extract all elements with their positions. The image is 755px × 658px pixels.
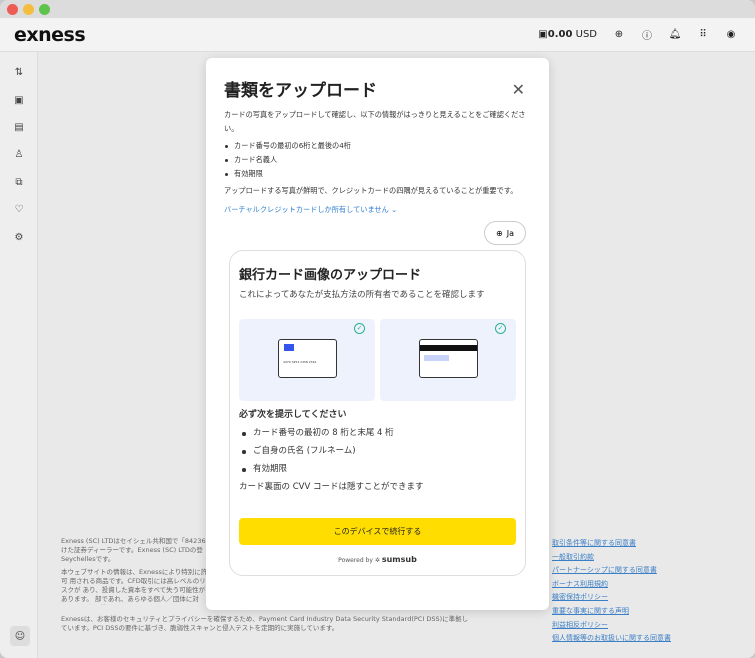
card-front-icon: 4479 3453 2358 2342 [278,339,337,378]
requirement-item: カード名義人 [224,153,535,167]
continue-on-device-button[interactable]: このデバイスで続行する [239,518,516,545]
modal-note: アップロードする写真が鮮明で、クレジットカードの四隅が見えるていることが重要です… [224,186,518,195]
chevron-down-icon: ⌄ [391,205,398,214]
cvv-note: カード裏面の CVV コードは隠すことができます [239,482,424,492]
title-bar [0,0,755,18]
language-selector[interactable]: ⊕ Ja [484,221,526,245]
card-front-example: ✓ 4479 3453 2358 2342 [239,319,375,401]
globe-icon[interactable]: ⊕ [613,29,625,41]
upload-documents-modal: 書類をアップロード ✕ カードの写真をアップロードして確認し、以下の情報がはっき… [206,58,549,610]
requirement-item: 有効期限 [239,460,423,478]
sumsub-widget: 銀行カード画像のアップロード これによってあなたが支払方法の所有者であることを確… [229,250,526,576]
settings-icon[interactable]: ⚙ [13,231,25,243]
requirement-item: ご自身の氏名 (フルネーム) [239,442,423,460]
wallet-icon[interactable]: ▣ [13,94,25,106]
check-icon: ✓ [495,323,506,334]
footer-link[interactable]: パートナーシップに関する同意書 [552,564,671,578]
footer-links: 取引条件等に関する同意書 一般取引約款 パートナーシップに関する同意書 ボーナス… [552,537,671,646]
powered-by: Powered by ✲ sumsub [338,555,417,564]
footer-link[interactable]: 一般取引約款 [552,551,671,565]
favorites-icon[interactable]: ♡ [13,203,25,215]
footer-link[interactable]: 重要な事実に関する声明 [552,605,671,619]
trade-icon[interactable]: ⇅ [13,66,25,78]
requirement-item: 有効期限 [224,167,535,181]
close-icon[interactable]: ✕ [512,80,525,99]
virtual-card-link[interactable]: バーチャルクレジットカードしか所有していません ⌄ [224,203,535,217]
sidebar: ⇅ ▣ ▤ ♙ ⧉ ♡ ⚙ ☺ [0,52,38,658]
close-window-button[interactable] [7,3,18,15]
sumsub-title: 銀行カード画像のアップロード [239,268,422,283]
globe-icon: ⊕ [496,228,503,238]
check-icon: ✓ [354,323,365,334]
app-header: exness ▣0.00 USD ⊕ ⓘ 🔔︎ ⠿ ◉ [0,18,755,52]
analytics-icon[interactable]: ♙ [13,148,25,160]
bell-icon[interactable]: 🔔︎ [669,29,682,41]
footer-link[interactable]: 取引条件等に関する同意書 [552,537,671,551]
footer-legal-2: 本ウェブサイトの情報は、Exnessにより特別に許可 用される商品です。CFD取… [61,568,208,605]
requirement-item: カード番号の最初の6桁と最後の4桁 [224,139,535,153]
sumsub-subtitle: これによってあなたが支払方法の所有者であることを確認します [239,290,485,300]
copy-icon[interactable]: ⧉ [13,176,25,188]
modal-title: 書類をアップロード [224,81,377,101]
footer-link[interactable]: ボーナス利用規約 [552,578,671,592]
wallet-icon: ▣ [538,29,548,40]
footer-link[interactable]: 利益相反ポリシー [552,619,671,633]
maximize-window-button[interactable] [39,3,50,15]
card-back-icon [419,339,478,378]
card-back-example: ✓ [380,319,516,401]
requirements-title: 必ず次を提示してください [239,410,347,420]
apps-grid-icon[interactable]: ⠿ [697,29,709,41]
balance[interactable]: ▣0.00 USD [538,29,597,40]
sumsub-logo-icon: ✲ [374,557,380,564]
requirement-item: カード番号の最初の 8 桁と末尾 4 桁 [239,424,423,442]
footer-link[interactable]: 機密保持ポリシー [552,591,671,605]
footer-link[interactable]: 個人情報等のお取扱いに関する同意書 [552,632,671,646]
footer-pci: Exnessは、お客様のセキュリティとプライバシーを確保するため、Payment… [61,615,469,632]
footer-legal-1: Exness (SC) LTDはセイシェル共和国で「84236 けた証券ディーラ… [61,537,206,563]
browser-window: exness ▣0.00 USD ⊕ ⓘ 🔔︎ ⠿ ◉ ⇅ ▣ ▤ ♙ ⧉ ♡ … [0,0,755,658]
minimize-window-button[interactable] [23,3,34,15]
help-icon[interactable]: ⓘ [641,29,653,42]
profile-icon[interactable]: ◉ [725,29,737,41]
exness-logo[interactable]: exness [14,24,86,46]
partner-icon[interactable]: ☺ [10,626,30,646]
modal-intro: カードの写真をアップロードして確認し、以下の情報がはっきりと見えることをご確認く… [224,110,526,133]
accounts-icon[interactable]: ▤ [13,121,25,133]
